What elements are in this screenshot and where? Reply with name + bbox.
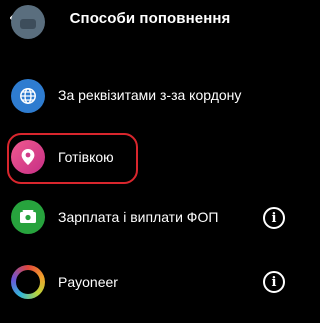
money-icon [11, 200, 45, 234]
list-item-foreign-requisites[interactable]: За реквізитами з-за кордону [0, 68, 300, 124]
info-icon[interactable]: i [263, 207, 285, 229]
list-item-partial[interactable] [0, 5, 300, 48]
list-item-payoneer[interactable]: Payoneer i [0, 255, 300, 311]
list-item-label: Payoneer [58, 274, 118, 290]
list-item-salary[interactable]: Зарплата і виплати ФОП i [0, 190, 300, 246]
partial-icon [11, 5, 45, 39]
list-item-label: За реквізитами з-за кордону [58, 87, 242, 103]
highlight-outline [7, 133, 138, 184]
list-item-label: Зарплата і виплати ФОП [58, 209, 219, 225]
info-icon[interactable]: i [263, 271, 285, 293]
payoneer-ring-icon [11, 265, 45, 299]
globe-icon [11, 79, 45, 113]
